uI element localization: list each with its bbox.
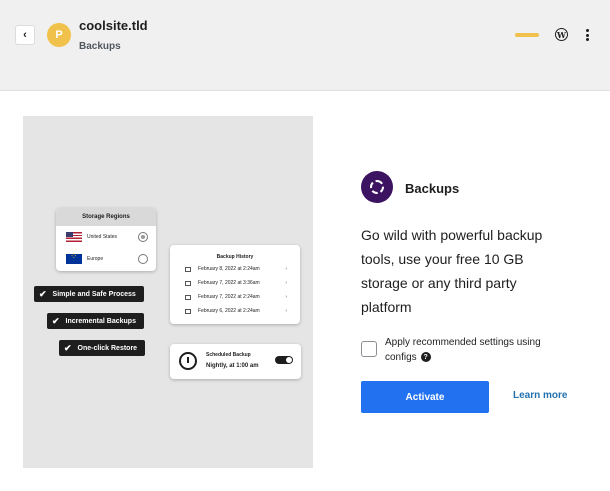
chevron-left-icon: ‹: [23, 29, 27, 41]
radio-selected-icon: [138, 232, 148, 242]
chevron-right-icon: ›: [285, 294, 287, 300]
toggle-icon: [275, 356, 293, 364]
backup-icon: [185, 280, 191, 286]
region-row: United States: [66, 230, 148, 244]
check-icon: ✔: [39, 288, 47, 299]
eu-flag-icon: [66, 251, 82, 264]
history-row: February 6, 2022 at 2:24am ›: [185, 306, 287, 316]
feature-pill: ✔ Incremental Backups: [47, 313, 144, 329]
clock-icon: [179, 352, 197, 370]
feature-pill: ✔ One-click Restore: [59, 340, 146, 356]
check-icon: ✔: [52, 315, 60, 326]
backup-icon: [185, 308, 191, 314]
storage-regions-card: Storage Regions United States Europe: [56, 208, 156, 271]
scheduled-backup-label: Scheduled Backup: [206, 352, 251, 358]
plugin-title: Backups: [405, 181, 460, 196]
backup-history-title: Backup History: [216, 254, 254, 260]
history-row: February 7, 2022 at 3:36am ›: [185, 278, 287, 288]
history-row: February 8, 2022 at 2:24am ›: [185, 264, 287, 274]
backup-icon: [185, 266, 191, 272]
section-name: Backups: [79, 41, 121, 52]
scheduled-backup-value: Nightly, at 1:00 am: [206, 363, 259, 369]
chevron-right-icon: ›: [285, 308, 287, 314]
region-label: United States: [87, 234, 118, 240]
plugin-description: Go wild with powerful backup tools, use …: [361, 227, 543, 315]
back-button[interactable]: ‹: [15, 25, 35, 45]
activate-button[interactable]: Activate: [361, 381, 489, 413]
recommended-settings-label: Apply recommended settings using configs…: [385, 337, 541, 363]
backup-icon: [185, 294, 191, 300]
chevron-right-icon: ›: [285, 280, 287, 286]
top-bar: ‹ P coolsite.tld Backups W: [0, 0, 610, 91]
us-flag-icon: [66, 232, 82, 242]
recommended-settings-checkbox[interactable]: [361, 341, 377, 357]
storage-regions-title: Storage Regions: [56, 208, 156, 226]
check-icon: ✔: [64, 342, 72, 353]
region-label: Europe: [87, 256, 104, 262]
history-row: February 7, 2022 at 2:24am ›: [185, 292, 287, 302]
chevron-right-icon: ›: [285, 266, 287, 272]
learn-more-link[interactable]: Learn more: [513, 390, 567, 401]
backup-history-card: Backup History February 8, 2022 at 2:24a…: [170, 245, 300, 324]
region-row: Europe: [66, 251, 148, 266]
scheduled-backup-card: Scheduled Backup Nightly, at 1:00 am: [170, 344, 301, 379]
site-name: coolsite.tld: [79, 18, 148, 33]
wordpress-icon[interactable]: W: [555, 28, 568, 41]
feature-illustration: Storage Regions United States Europe ✔Si…: [23, 116, 313, 468]
feature-pill: ✔ Simple and Safe Process: [34, 286, 144, 302]
radio-icon: [138, 254, 148, 264]
help-icon[interactable]: ?: [420, 352, 431, 363]
backups-icon: [361, 171, 393, 203]
site-avatar: P: [47, 23, 71, 47]
status-indicator: [515, 33, 539, 37]
more-options-icon[interactable]: [581, 27, 593, 43]
